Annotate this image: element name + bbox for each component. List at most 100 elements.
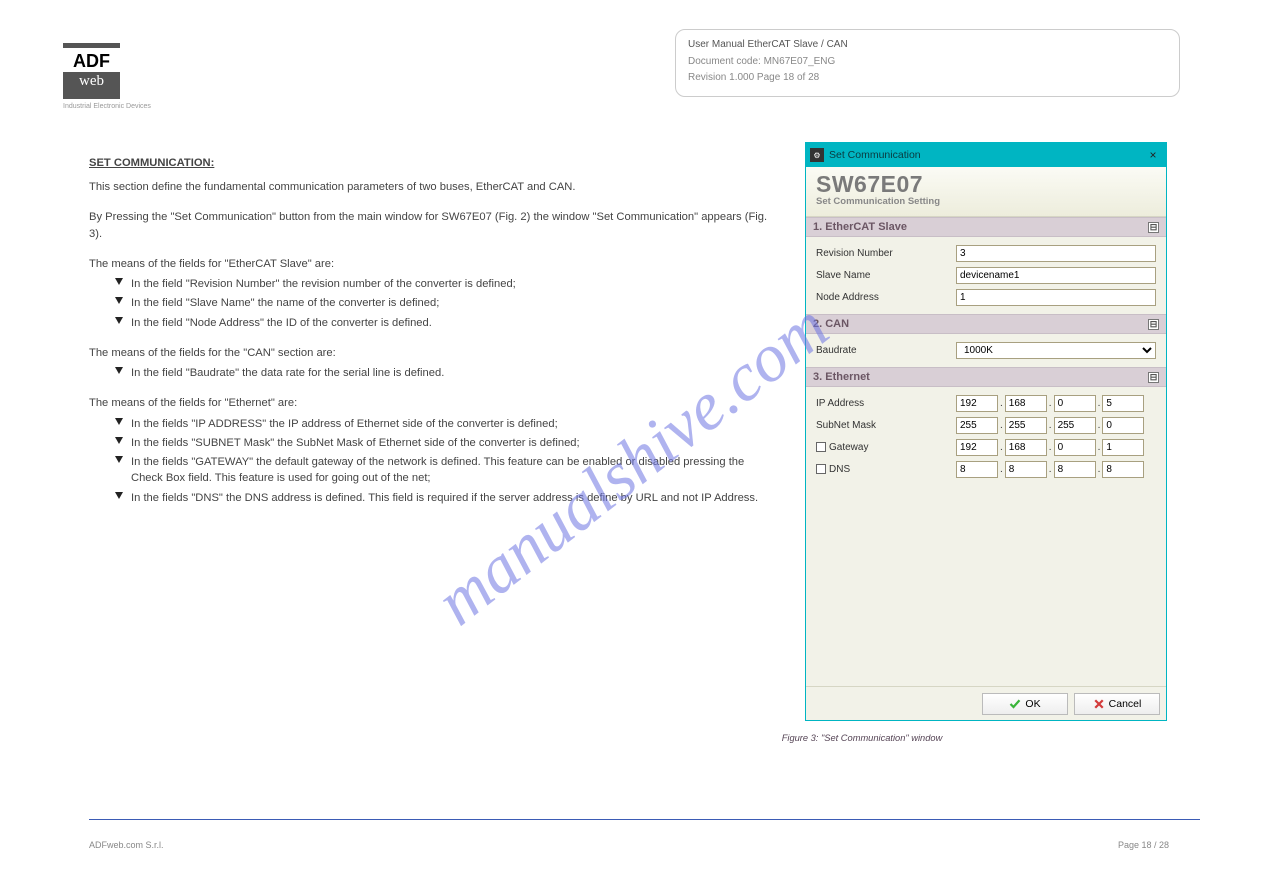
gateway-octet-2[interactable] (1005, 439, 1047, 456)
ok-button-label: OK (1025, 698, 1040, 710)
revision-input[interactable] (956, 245, 1156, 262)
bullet-row: In the field "Baudrate" the data rate fo… (113, 365, 779, 381)
bullet-text: In the fields "GATEWAY" the default gate… (131, 454, 779, 486)
dns-octet-4[interactable] (1102, 461, 1144, 478)
logo: ADF web (63, 43, 120, 99)
figure-caption: Figure 3: "Set Communication" window (717, 733, 1007, 743)
node-address-label: Node Address (816, 292, 956, 303)
x-icon (1093, 698, 1105, 710)
dns-octet-2[interactable] (1005, 461, 1047, 478)
section-head-ethercat[interactable]: 1. EtherCAT Slave ⊟ (806, 217, 1166, 237)
bullet-icon (113, 437, 123, 447)
logo-subtitle: Industrial Electronic Devices (63, 103, 151, 110)
bullet-text: In the field "Revision Number" the revis… (131, 276, 779, 292)
gateway-checkbox[interactable] (816, 442, 826, 452)
collapse-icon[interactable]: ⊟ (1148, 222, 1159, 233)
bullet-row: In the fields "SUBNET Mask" the SubNet M… (113, 435, 779, 451)
subnet-octet-3[interactable] (1054, 417, 1096, 434)
section-head-can[interactable]: 2. CAN ⊟ (806, 314, 1166, 334)
intro-paragraph-2: By Pressing the "Set Communication" butt… (89, 209, 779, 241)
bullet-icon (113, 492, 123, 502)
baudrate-select[interactable]: 1000K (956, 342, 1156, 359)
bullet-row: In the field "Revision Number" the revis… (113, 276, 779, 292)
banner: SW67E07 Set Communication Setting (806, 167, 1166, 217)
bullet-row: In the fields "IP ADDRESS" the IP addres… (113, 416, 779, 432)
section-title: 1. EtherCAT Slave (813, 221, 907, 233)
subnet-octet-4[interactable] (1102, 417, 1144, 434)
gateway-label-row: Gateway (816, 442, 956, 453)
cancel-button[interactable]: Cancel (1074, 693, 1160, 715)
bullet-icon (113, 278, 123, 288)
footer-line (89, 819, 1200, 820)
header-line3: Revision 1.000 Page 18 of 28 (688, 71, 1167, 85)
bullet-text: In the field "Slave Name" the name of th… (131, 295, 779, 311)
section-title: 2. CAN (813, 318, 849, 330)
logo-text-top: ADF (63, 48, 120, 72)
can-subhead: The means of the fields for the "CAN" se… (89, 345, 779, 361)
ip-octet-1[interactable] (956, 395, 998, 412)
dns-label: DNS (829, 464, 850, 475)
collapse-icon[interactable]: ⊟ (1148, 372, 1159, 383)
section-body-can: Baudrate 1000K (806, 334, 1166, 367)
section-body-ethernet: IP Address . . . SubNet Mask . . . (806, 387, 1166, 486)
subnet-label: SubNet Mask (816, 420, 956, 431)
dns-label-row: DNS (816, 464, 956, 475)
node-address-input[interactable] (956, 289, 1156, 306)
footer-right: Page 18 / 28 (1118, 840, 1169, 850)
gateway-octet-3[interactable] (1054, 439, 1096, 456)
bullet-text: In the fields "IP ADDRESS" the IP addres… (131, 416, 779, 432)
bullet-text: In the fields "DNS" the DNS address is d… (131, 490, 779, 506)
banner-title: SW67E07 (816, 171, 1156, 198)
dns-octet-3[interactable] (1054, 461, 1096, 478)
button-bar: OK Cancel (806, 686, 1166, 720)
ethercat-subhead: The means of the fields for "EtherCAT Sl… (89, 256, 779, 272)
intro-paragraph-1: This section define the fundamental comm… (89, 179, 779, 195)
bullet-row: In the fields "DNS" the DNS address is d… (113, 490, 779, 506)
titlebar-text: Set Communication (829, 149, 921, 161)
collapse-icon[interactable]: ⊟ (1148, 319, 1159, 330)
titlebar[interactable]: ⚙ Set Communication × (806, 143, 1166, 167)
ip-octet-3[interactable] (1054, 395, 1096, 412)
dns-checkbox[interactable] (816, 464, 826, 474)
bullet-icon (113, 367, 123, 377)
set-communication-dialog: ⚙ Set Communication × SW67E07 Set Commun… (805, 142, 1167, 721)
cancel-button-label: Cancel (1109, 698, 1142, 710)
logo-text-bot: web (63, 72, 120, 95)
bullet-icon (113, 418, 123, 428)
header-box: User Manual EtherCAT Slave / CAN Documen… (675, 29, 1180, 97)
footer-text: ADFweb.com S.r.l. Page 18 / 28 (89, 840, 1169, 850)
bullet-row: In the fields "GATEWAY" the default gate… (113, 454, 779, 486)
close-icon[interactable]: × (1144, 146, 1162, 164)
baudrate-label: Baudrate (816, 345, 956, 356)
ethernet-subhead: The means of the fields for "Ethernet" a… (89, 395, 779, 411)
revision-label: Revision Number (816, 248, 956, 259)
ip-address-label: IP Address (816, 398, 956, 409)
ip-octet-4[interactable] (1102, 395, 1144, 412)
dns-octet-1[interactable] (956, 461, 998, 478)
section-head-ethernet[interactable]: 3. Ethernet ⊟ (806, 367, 1166, 387)
section-body-ethercat: Revision Number Slave Name Node Address (806, 237, 1166, 314)
bullet-row: In the field "Slave Name" the name of th… (113, 295, 779, 311)
subnet-octet-2[interactable] (1005, 417, 1047, 434)
bullet-text: In the fields "SUBNET Mask" the SubNet M… (131, 435, 779, 451)
bullet-row: In the field "Node Address" the ID of th… (113, 315, 779, 331)
gateway-octet-1[interactable] (956, 439, 998, 456)
section-heading: SET COMMUNICATION: (89, 155, 779, 171)
bullet-text: In the field "Node Address" the ID of th… (131, 315, 779, 331)
bullet-icon (113, 317, 123, 327)
app-icon: ⚙ (810, 148, 824, 162)
header-line1: User Manual EtherCAT Slave / CAN (688, 38, 1167, 52)
ok-button[interactable]: OK (982, 693, 1068, 715)
bullet-text: In the field "Baudrate" the data rate fo… (131, 365, 779, 381)
gateway-label: Gateway (829, 442, 868, 453)
ip-octet-2[interactable] (1005, 395, 1047, 412)
slave-name-label: Slave Name (816, 270, 956, 281)
header-line2: Document code: MN67E07_ENG (688, 55, 1167, 69)
bullet-icon (113, 297, 123, 307)
body-text: SET COMMUNICATION: This section define t… (89, 155, 779, 509)
check-icon (1009, 698, 1021, 710)
gateway-octet-4[interactable] (1102, 439, 1144, 456)
subnet-octet-1[interactable] (956, 417, 998, 434)
slave-name-input[interactable] (956, 267, 1156, 284)
banner-subtitle: Set Communication Setting (816, 196, 1156, 207)
